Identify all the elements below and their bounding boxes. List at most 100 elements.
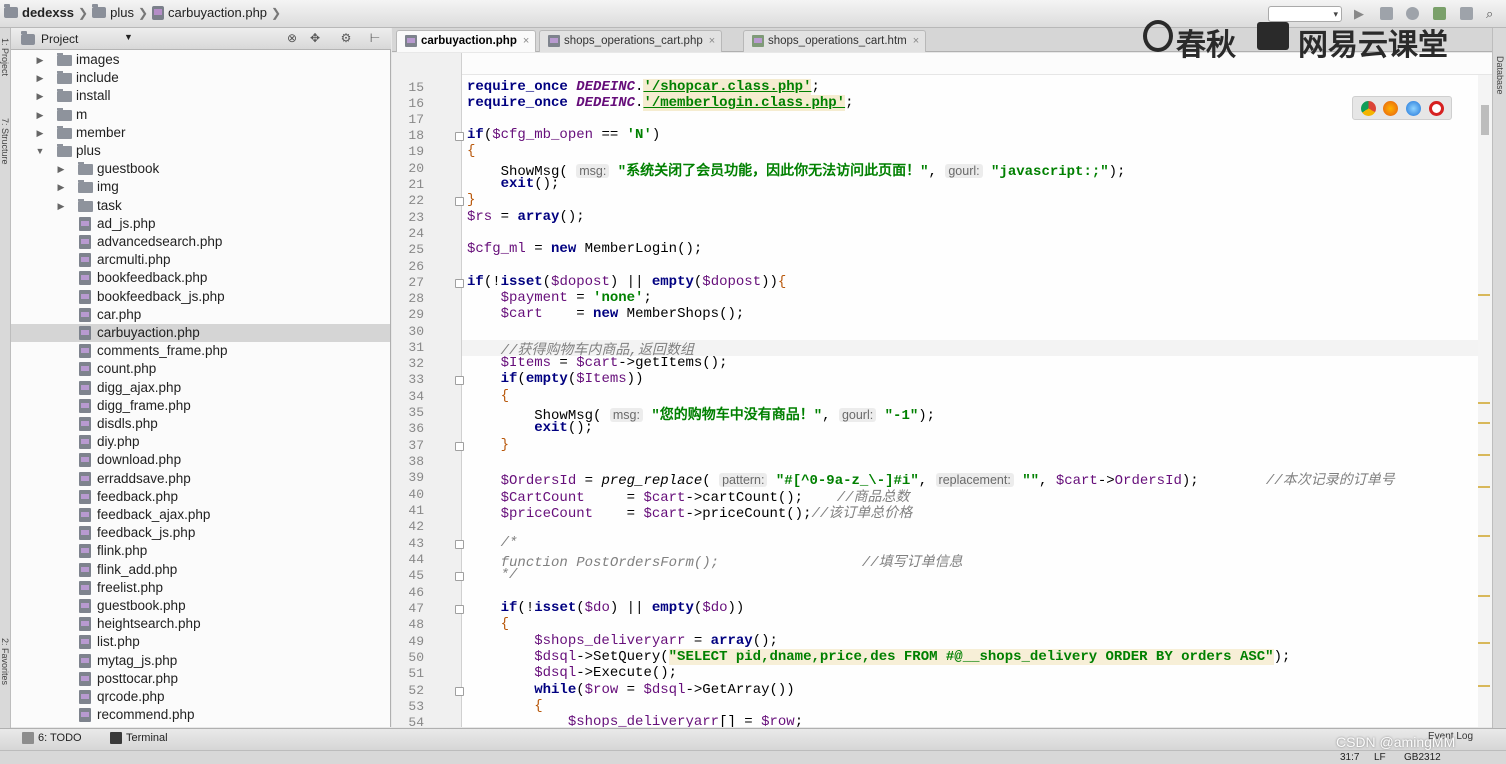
marker[interactable] xyxy=(1478,595,1490,597)
tree-item[interactable]: guestbook.php xyxy=(11,597,390,615)
structure-tool-tab[interactable]: 7: Structure xyxy=(0,118,10,165)
folder-icon xyxy=(92,4,107,18)
chevron-down-icon[interactable]: ▼ xyxy=(124,32,133,42)
tree-item[interactable]: heightsearch.php xyxy=(11,615,390,633)
tree-item[interactable]: ad_js.php xyxy=(11,215,390,233)
close-icon[interactable]: × xyxy=(709,35,715,47)
chevron-right-icon[interactable]: ▶ xyxy=(35,106,45,124)
chevron-right-icon[interactable]: ▶ xyxy=(35,87,45,105)
code-area[interactable]: require_once DEDEINC.'/shopcar.class.php… xyxy=(462,53,1492,727)
tree-item[interactable]: count.php xyxy=(11,360,390,378)
close-icon[interactable]: × xyxy=(523,35,529,47)
hide-panel-icon[interactable]: ⊢ xyxy=(368,32,382,45)
chevron-right-icon[interactable]: ▶ xyxy=(56,197,66,215)
tree-item[interactable]: list.php xyxy=(11,633,390,651)
stop-icon[interactable] xyxy=(1460,7,1473,20)
php-file-icon xyxy=(79,417,91,431)
tree-item[interactable]: ▶ guestbook xyxy=(11,160,390,178)
tree-item[interactable]: ▶ images xyxy=(11,51,390,69)
safari-icon[interactable] xyxy=(1406,101,1421,116)
tab-shops-operations-cart-htm[interactable]: shops_operations_cart.htm × xyxy=(743,30,927,52)
database-tool-tab[interactable]: Database xyxy=(1495,56,1505,95)
folder-icon xyxy=(57,125,72,139)
code-editor[interactable]: 15 16 17 18 19 20 21 22 23 24 25 26 27 28 29 30 31 32 33 34… xyxy=(392,53,1492,727)
chevron-right-icon[interactable]: ▶ xyxy=(56,178,66,196)
tree-item[interactable]: ▶ include xyxy=(11,69,390,87)
chevron-right-icon[interactable]: ▶ xyxy=(35,69,45,87)
tree-item[interactable]: qrcode.php xyxy=(11,688,390,706)
chrome-icon[interactable] xyxy=(1361,101,1376,116)
tree-item[interactable]: erraddsave.php xyxy=(11,470,390,488)
project-panel-title[interactable]: Project xyxy=(41,32,78,46)
opera-icon[interactable] xyxy=(1429,101,1444,116)
marker[interactable] xyxy=(1478,454,1490,456)
chevron-right-icon[interactable]: ▶ xyxy=(35,51,45,69)
editor-scroll-markers[interactable] xyxy=(1478,75,1492,727)
file-encoding[interactable]: GB2312 xyxy=(1404,752,1441,763)
tree-item[interactable]: carbuyaction.php xyxy=(11,324,390,342)
chevron-down-icon[interactable]: ▼ xyxy=(35,142,45,160)
line-number: 49 xyxy=(408,634,424,649)
tree-item[interactable]: diy.php xyxy=(11,433,390,451)
scroll-from-source-icon[interactable]: ✥ xyxy=(308,32,322,45)
favorites-tool-tab[interactable]: 2: Favorites xyxy=(0,638,10,685)
tree-item[interactable]: ▶ member xyxy=(11,124,390,142)
tree-item[interactable]: bookfeedback.php xyxy=(11,269,390,287)
chevron-right-icon[interactable]: ▶ xyxy=(56,160,66,178)
tree-item[interactable]: download.php xyxy=(11,451,390,469)
firefox-icon[interactable] xyxy=(1383,101,1398,116)
tree-item[interactable]: ▶ m xyxy=(11,106,390,124)
marker[interactable] xyxy=(1478,402,1490,404)
tree-item[interactable]: flink_add.php xyxy=(11,561,390,579)
marker[interactable] xyxy=(1478,422,1490,424)
close-icon[interactable]: × xyxy=(913,35,919,47)
gear-icon[interactable]: ⚙ xyxy=(339,32,353,45)
php-file-icon xyxy=(79,253,91,268)
tree-item[interactable]: advancedsearch.php xyxy=(11,233,390,251)
tab-shops-operations-cart-php[interactable]: shops_operations_cart.php × xyxy=(539,30,723,52)
tree-item[interactable]: recommend.php xyxy=(11,706,390,724)
listen-icon[interactable] xyxy=(1406,7,1419,20)
breadcrumb-file[interactable]: carbuyaction.php xyxy=(168,5,267,20)
run-icon[interactable]: ▶ xyxy=(1354,7,1367,20)
tree-item[interactable]: ▶ img xyxy=(11,178,390,196)
marker[interactable] xyxy=(1478,486,1490,488)
tree-item[interactable]: bookfeedback_js.php xyxy=(11,288,390,306)
breadcrumb-project[interactable]: dedexss xyxy=(22,5,74,20)
tree-item[interactable]: digg_ajax.php xyxy=(11,379,390,397)
tree-item[interactable]: car.php xyxy=(11,306,390,324)
tree-item[interactable]: feedback_js.php xyxy=(11,524,390,542)
terminal-tool-tab[interactable]: Terminal xyxy=(110,732,168,744)
tree-item[interactable]: comments_frame.php xyxy=(11,342,390,360)
tree-item[interactable]: feedback.php xyxy=(11,488,390,506)
breadcrumb-folder[interactable]: plus xyxy=(110,5,134,20)
chevron-right-icon[interactable]: ▶ xyxy=(35,124,45,142)
tree-item[interactable]: feedback_ajax.php xyxy=(11,506,390,524)
todo-tool-tab[interactable]: 6: TODO xyxy=(22,732,82,744)
tree-item[interactable]: digg_frame.php xyxy=(11,397,390,415)
marker[interactable] xyxy=(1478,642,1490,644)
vcs-icon[interactable] xyxy=(1433,7,1446,20)
project-tool-tab[interactable]: 1: Project xyxy=(0,38,10,76)
line-separator[interactable]: LF xyxy=(1374,752,1386,763)
collapse-all-icon[interactable]: ⊗ xyxy=(285,32,299,45)
search-icon[interactable]: ⌕ xyxy=(1486,7,1499,20)
tree-item[interactable]: flink.php xyxy=(11,542,390,560)
tree-item[interactable]: disdls.php xyxy=(11,415,390,433)
tree-item[interactable]: ▶ task xyxy=(11,197,390,215)
cursor-position[interactable]: 31:7 xyxy=(1340,752,1359,763)
scroll-thumb[interactable] xyxy=(1481,105,1489,135)
marker[interactable] xyxy=(1478,535,1490,537)
code-line-21: exit(); xyxy=(500,176,560,192)
tree-item[interactable]: ▶ install xyxy=(11,87,390,105)
marker[interactable] xyxy=(1478,685,1490,687)
tree-item[interactable]: posttocar.php xyxy=(11,670,390,688)
tree-item[interactable]: mytag_js.php xyxy=(11,652,390,670)
tree-item[interactable]: arcmulti.php xyxy=(11,251,390,269)
line-number-gutter: 15 16 17 18 19 20 21 22 23 24 25 26 27 28 29 30 31 32 33 34… xyxy=(392,53,464,727)
tree-item[interactable]: ▼ plus xyxy=(11,142,390,160)
tab-carbuyaction[interactable]: carbuyaction.php × xyxy=(396,30,537,52)
tree-item[interactable]: freelist.php xyxy=(11,579,390,597)
debug-icon[interactable] xyxy=(1380,7,1393,20)
marker[interactable] xyxy=(1478,294,1490,296)
